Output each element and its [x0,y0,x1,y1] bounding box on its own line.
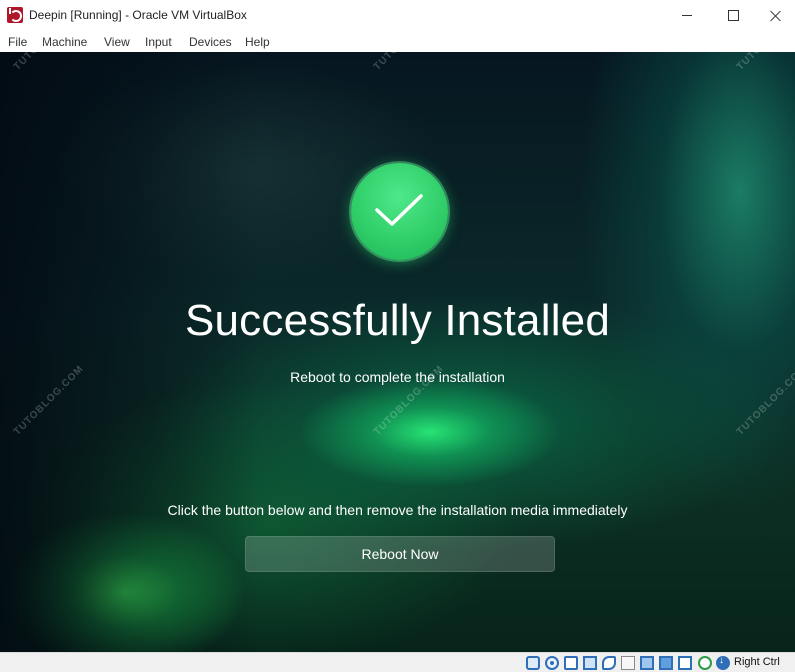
audio-icon[interactable] [564,656,578,670]
status-bar: Right Ctrl [0,652,795,672]
hard-disk-icon[interactable] [526,656,540,670]
minimize-button[interactable] [664,0,710,31]
shared-folders-icon[interactable] [621,656,635,670]
network-icon[interactable] [583,656,597,670]
host-key-label[interactable]: Right Ctrl [734,656,780,668]
maximize-button[interactable] [710,0,756,31]
mouse-integration-icon[interactable] [698,656,712,670]
remove-media-instruction: Click the button below and then remove t… [167,502,628,518]
menu-view[interactable]: View [104,35,130,49]
vm-display[interactable]: Successfully Installed Reboot to complet… [0,52,795,652]
menu-help[interactable]: Help [245,35,270,49]
usb-icon[interactable] [602,656,616,670]
background-shade [0,52,260,652]
install-status-heading: Successfully Installed [184,296,611,345]
keyboard-capture-icon[interactable] [716,655,730,670]
reboot-now-button[interactable]: Reboot Now [245,536,555,572]
success-badge [351,163,448,260]
install-status-subheading: Reboot to complete the installation [290,369,505,385]
virtualbox-app-icon[interactable] [7,7,23,23]
menu-input[interactable]: Input [145,35,172,49]
checkmark-icon [375,194,423,226]
recording-icon[interactable] [659,656,673,670]
display-icon[interactable] [640,656,654,670]
title-bar: Deepin [Running] - Oracle VM VirtualBox [0,0,795,31]
menu-file[interactable]: File [8,35,27,49]
maximize-icon [727,10,739,21]
minimize-icon [682,15,692,16]
optical-drive-icon[interactable] [545,656,559,670]
virtualization-icon [678,656,692,670]
menu-devices[interactable]: Devices [189,35,232,49]
